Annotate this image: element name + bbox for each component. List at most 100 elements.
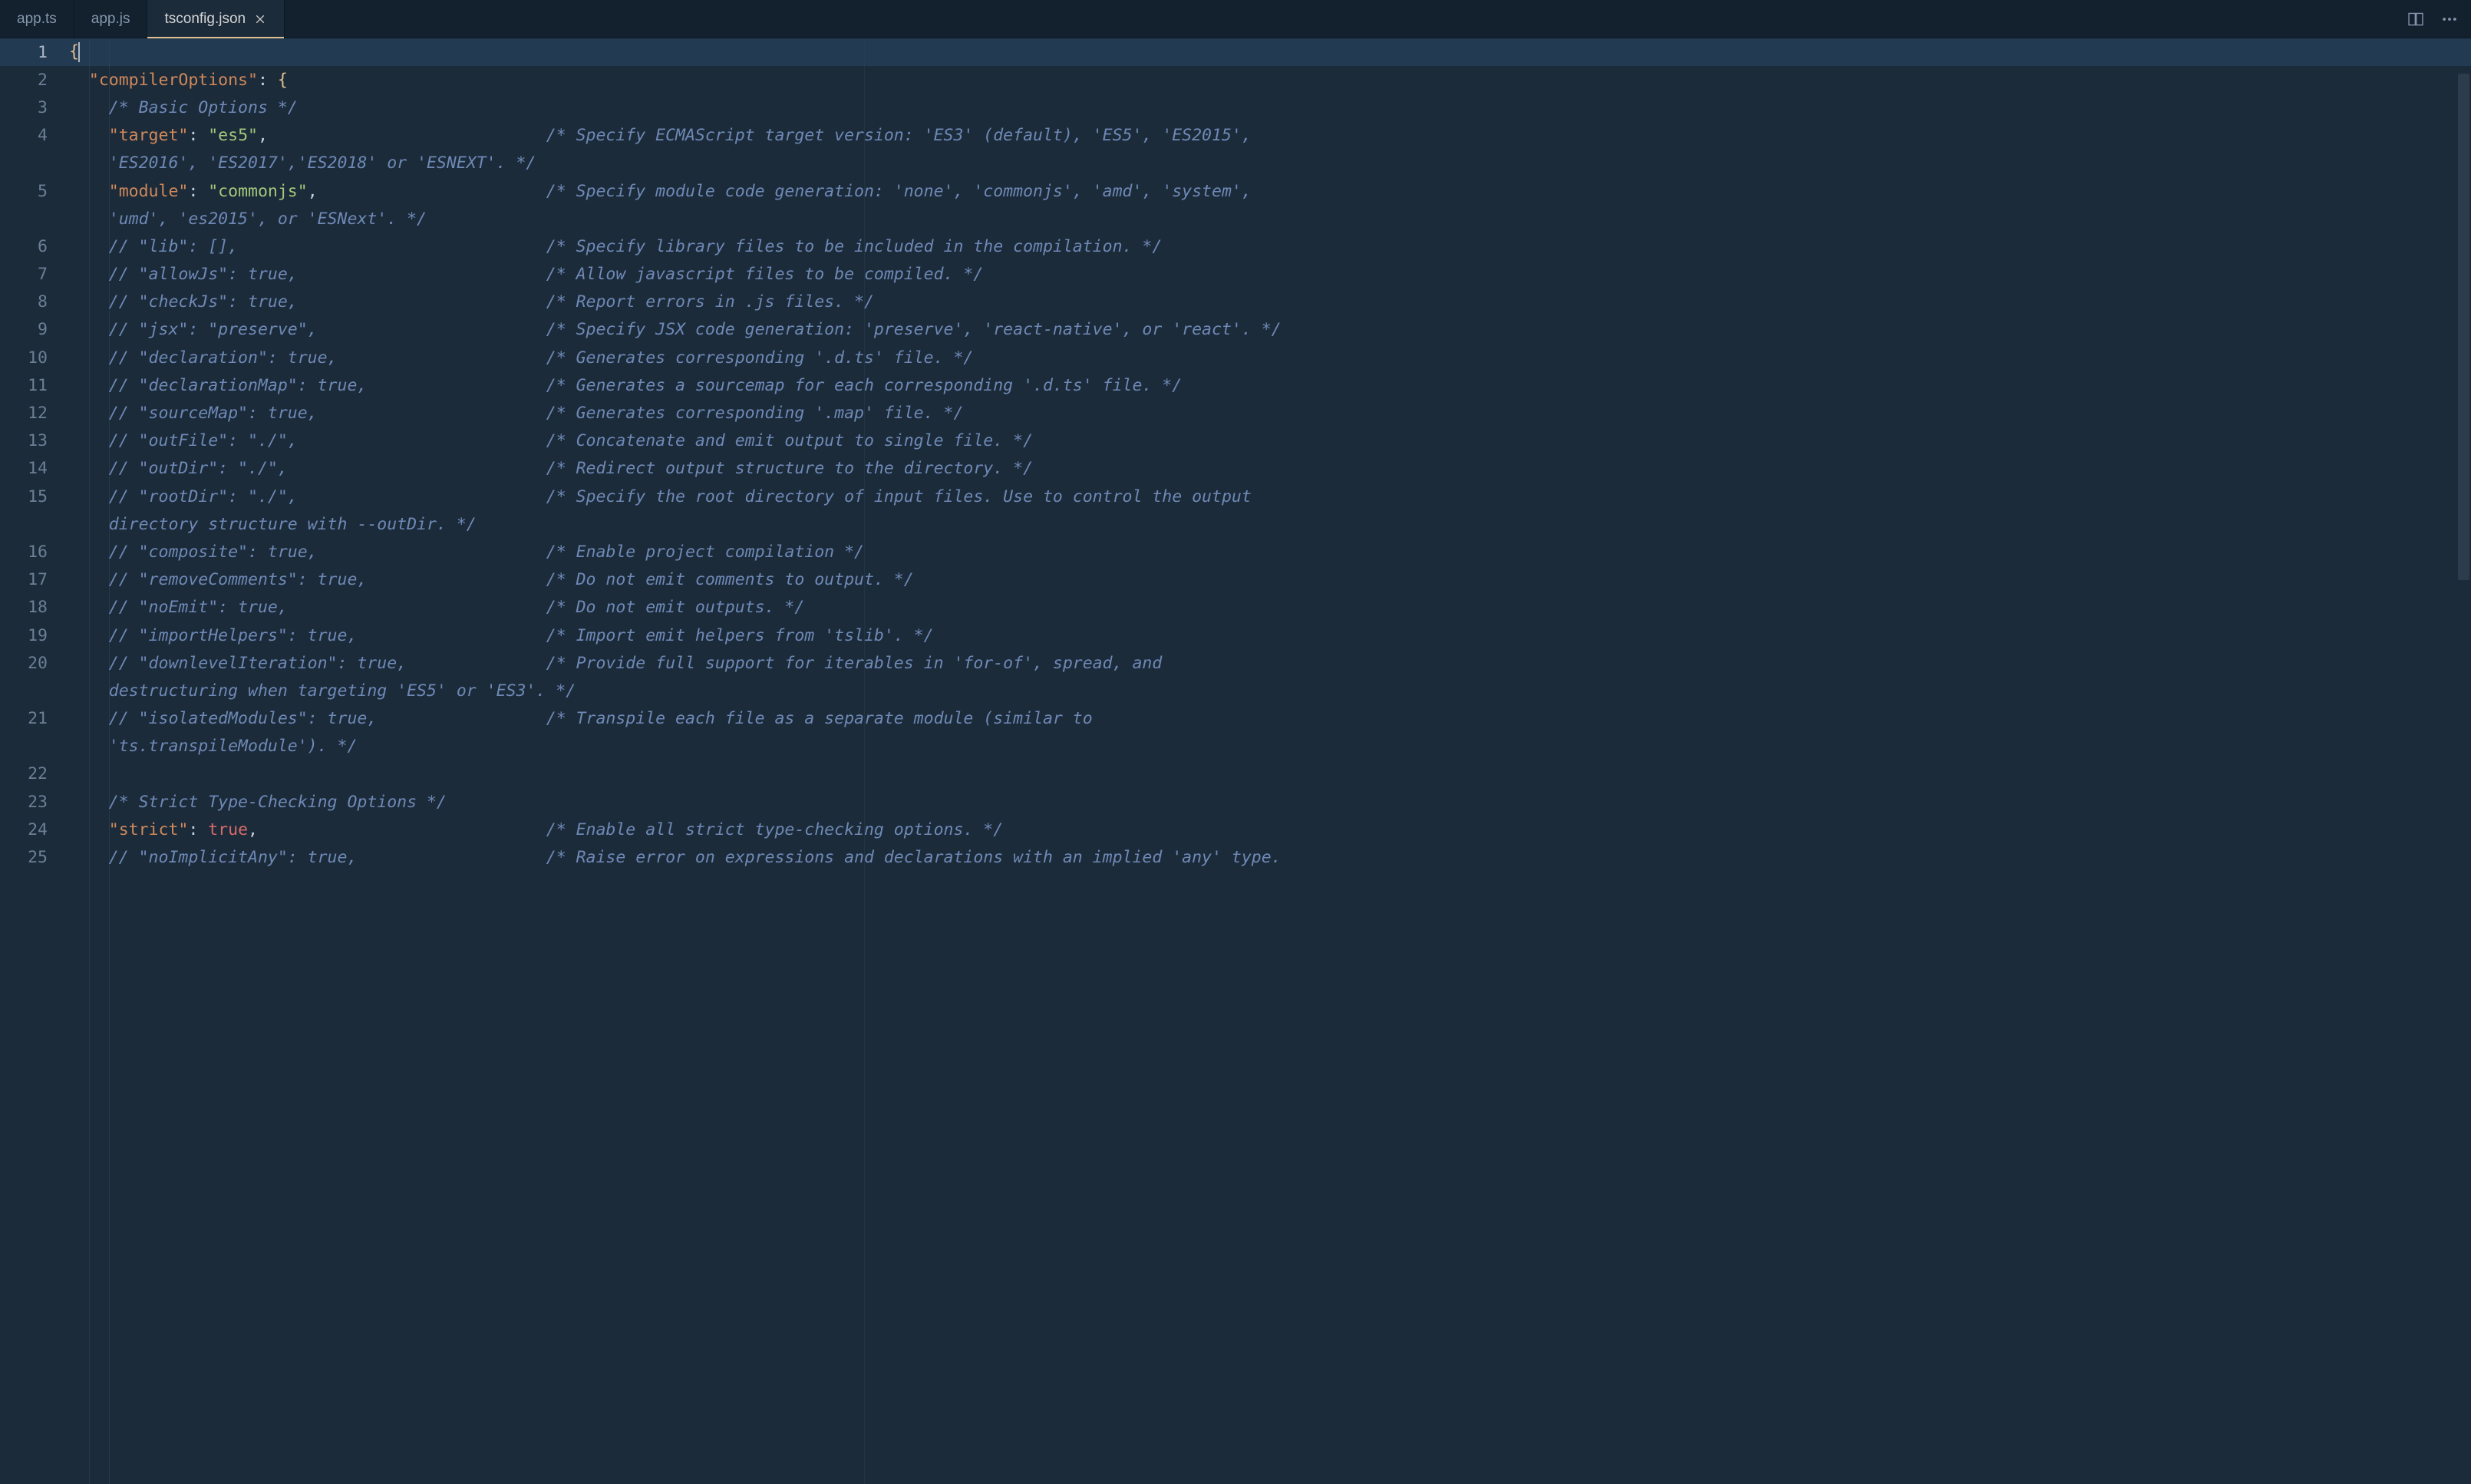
token-cmt: // "downlevelIteration": true, bbox=[109, 654, 407, 673]
token-cmt: // "sourceMap": true, bbox=[109, 404, 318, 423]
code-line[interactable]: 24 "strict": true,/* Enable all strict t… bbox=[0, 816, 2471, 843]
line-number: 18 bbox=[0, 598, 69, 617]
line-number: 10 bbox=[0, 348, 69, 368]
token-cmt: // "lib": [], bbox=[109, 237, 238, 256]
code-line[interactable]: 22 bbox=[0, 760, 2471, 788]
line-comment: /* Raise error on expressions and declar… bbox=[546, 848, 1292, 867]
token-cmt: // "importHelpers": true, bbox=[109, 626, 358, 645]
code-editor[interactable]: 1{2 "compilerOptions": {3 /* Basic Optio… bbox=[0, 38, 2471, 1484]
line-number: 25 bbox=[0, 848, 69, 867]
vertical-scrollbar[interactable] bbox=[2458, 72, 2469, 1479]
token-bool: true bbox=[208, 820, 248, 839]
code-line-wrap[interactable]: 'ts.transpileModule'). */ bbox=[0, 733, 2471, 760]
line-comment: /* Redirect output structure to the dire… bbox=[546, 459, 1033, 478]
line-comment: /* Specify ECMAScript target version: 'E… bbox=[546, 126, 1262, 145]
line-number: 13 bbox=[0, 431, 69, 450]
token-cmt: // "rootDir": "./", bbox=[109, 487, 298, 506]
code-line-wrap[interactable]: destructuring when targeting 'ES5' or 'E… bbox=[0, 677, 2471, 704]
line-number: 5 bbox=[0, 182, 69, 201]
token-str: "es5" bbox=[208, 126, 258, 145]
token-cmt: /* Basic Options */ bbox=[109, 98, 298, 117]
line-comment: /* Report errors in .js files. */ bbox=[546, 292, 874, 312]
token-cmt: // "noImplicitAny": true, bbox=[109, 848, 358, 867]
line-comment: /* Enable project compilation */ bbox=[546, 542, 864, 562]
token-punc: , bbox=[258, 126, 268, 145]
token-punc: , bbox=[248, 820, 258, 839]
token-punc: : bbox=[188, 182, 208, 201]
code-line[interactable]: 21 // "isolatedModules": true, /* Transpi… bbox=[0, 705, 2471, 733]
code-line[interactable]: 8 // "checkJs": true,/* Report errors in… bbox=[0, 289, 2471, 316]
tab-bar: app.ts app.js tsconfig.json bbox=[0, 0, 2471, 38]
line-number: 9 bbox=[0, 320, 69, 339]
code-line[interactable]: 23 /* Strict Type-Checking Options */ bbox=[0, 788, 2471, 816]
code-line-wrap[interactable]: 'umd', 'es2015', or 'ESNext'. */ bbox=[0, 205, 2471, 232]
line-comment: directory structure with --outDir. */ bbox=[109, 515, 477, 534]
code-line[interactable]: 2 "compilerOptions": { bbox=[0, 66, 2471, 94]
line-number: 16 bbox=[0, 542, 69, 562]
split-editor-button[interactable] bbox=[2400, 4, 2431, 35]
token-punc: , bbox=[308, 182, 318, 201]
code-line[interactable]: 12 // "sourceMap": true,/* Generates cor… bbox=[0, 399, 2471, 427]
line-number: 12 bbox=[0, 404, 69, 423]
code-line[interactable]: 11 // "declarationMap": true,/* Generate… bbox=[0, 371, 2471, 399]
code-line[interactable]: 17 // "removeComments": true,/* Do not e… bbox=[0, 566, 2471, 594]
code-line[interactable]: 15 // "rootDir": "./", /* Specify the roo… bbox=[0, 483, 2471, 510]
code-line[interactable]: 6 // "lib": [],/* Specify library files … bbox=[0, 232, 2471, 260]
line-comment: /* Enable all strict type-checking optio… bbox=[546, 820, 1003, 839]
code-line-wrap[interactable]: 'ES2016', 'ES2017','ES2018' or 'ESNEXT'.… bbox=[0, 150, 2471, 177]
token-cmt: // "isolatedModules": true, bbox=[109, 709, 378, 728]
more-actions-button[interactable] bbox=[2434, 4, 2465, 35]
line-comment: destructuring when targeting 'ES5' or 'E… bbox=[109, 681, 576, 701]
tab-label: app.js bbox=[91, 11, 130, 28]
tab-app-ts[interactable]: app.ts bbox=[0, 0, 74, 38]
code-line-wrap[interactable]: directory structure with --outDir. */ bbox=[0, 510, 2471, 538]
token-cmt: /* Strict Type-Checking Options */ bbox=[109, 793, 447, 812]
code-line[interactable]: 10 // "declaration": true, /* Generates c… bbox=[0, 344, 2471, 371]
line-number: 15 bbox=[0, 487, 69, 506]
code-line[interactable]: 19 // "importHelpers": true,/* Import em… bbox=[0, 622, 2471, 649]
token-key: "compilerOptions" bbox=[89, 71, 258, 90]
code-line[interactable]: 4 "target": "es5",/* Specify ECMAScript … bbox=[0, 122, 2471, 150]
line-number: 22 bbox=[0, 764, 69, 783]
line-number: 21 bbox=[0, 709, 69, 728]
line-comment: /* Specify the root directory of input f… bbox=[546, 487, 1262, 506]
code-line[interactable]: 1{ bbox=[0, 38, 2471, 66]
code-line[interactable]: 20 // "downlevelIteration": true,/* Prov… bbox=[0, 649, 2471, 677]
code-line[interactable]: 9 // "jsx": "preserve",/* Specify JSX co… bbox=[0, 316, 2471, 344]
tab-app-js[interactable]: app.js bbox=[74, 0, 148, 38]
tab-tsconfig-json[interactable]: tsconfig.json bbox=[147, 0, 285, 38]
line-number: 24 bbox=[0, 820, 69, 839]
code-line[interactable]: 13 // "outFile": "./", /* Concatenate and… bbox=[0, 427, 2471, 455]
line-number: 19 bbox=[0, 626, 69, 645]
line-number: 14 bbox=[0, 459, 69, 478]
token-cmt: // "declaration": true, bbox=[109, 348, 338, 368]
token-punc: : bbox=[188, 126, 208, 145]
line-comment: /* Provide full support for iterables in… bbox=[546, 654, 1172, 673]
token-str: "commonjs" bbox=[208, 182, 307, 201]
line-comment: /* Do not emit comments to output. */ bbox=[546, 570, 914, 589]
scrollbar-thumb[interactable] bbox=[2458, 74, 2469, 580]
code-line[interactable]: 14 // "outDir": "./",/* Redirect output … bbox=[0, 455, 2471, 483]
code-line[interactable]: 18 // "noEmit": true,/* Do not emit outp… bbox=[0, 594, 2471, 622]
line-comment: /* Concatenate and emit output to single… bbox=[546, 431, 1033, 450]
line-comment: /* Generates corresponding '.d.ts' file.… bbox=[546, 348, 974, 368]
line-comment: /* Transpile each file as a separate mod… bbox=[546, 709, 1103, 728]
code-line[interactable]: 7 // "allowJs": true,/* Allow javascript… bbox=[0, 261, 2471, 289]
code-line[interactable]: 3 /* Basic Options */ bbox=[0, 94, 2471, 121]
editor-actions bbox=[2400, 0, 2471, 38]
token-cmt: // "outFile": "./", bbox=[109, 431, 298, 450]
code-line[interactable]: 5 "module": "commonjs",/* Specify module… bbox=[0, 177, 2471, 205]
editor-window: app.tsapp.jstsconfig.json 1{2 "compilerO… bbox=[0, 0, 2471, 1484]
code-line[interactable]: 16 // "composite": true,/* Enable projec… bbox=[0, 538, 2471, 566]
token-cmt: // "allowJs": true, bbox=[109, 265, 298, 284]
line-comment: /* Specify library files to be included … bbox=[546, 237, 1163, 256]
code-line[interactable]: 25 // "noImplicitAny": true, /* Raise err… bbox=[0, 843, 2471, 871]
line-number: 8 bbox=[0, 292, 69, 312]
token-brace: { bbox=[278, 71, 288, 90]
close-icon[interactable] bbox=[253, 12, 267, 26]
token-cmt: // "removeComments": true, bbox=[109, 570, 368, 589]
line-number: 1 bbox=[0, 43, 69, 62]
line-comment: 'ts.transpileModule'). */ bbox=[109, 737, 358, 756]
line-number: 7 bbox=[0, 265, 69, 284]
line-comment: /* Do not emit outputs. */ bbox=[546, 598, 805, 617]
